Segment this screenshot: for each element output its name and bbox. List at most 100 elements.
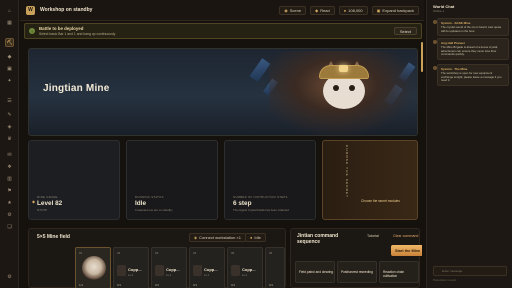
mine-tile[interactable]: 01 1/1 [75,247,111,288]
ore-icon [231,265,240,276]
step-label: Postharvest reseeding [341,270,373,274]
tile-number: 01 [79,251,83,255]
tile-count: 1/1 [79,283,84,287]
read-button[interactable]: ◆ Read [310,5,335,15]
chat-input[interactable]: Enter message [433,266,507,276]
idle-badge: ● Idle [245,233,266,242]
ore-icon [155,265,164,276]
flag-icon[interactable]: ⚑ [5,186,14,195]
left-icon-rail: ⌂ ▦ ⛏ ◆ ▣ ✦ ☰ ✎ ◈ ♛ ✉ ❖ ▥ ⚑ ★ ⚙ ❏ ⚙ [0,0,19,288]
alert-icon: ! [29,28,35,34]
card-value: 6 step [233,200,252,207]
connect-label: Connect workstation ×1 [199,235,241,240]
tile-level: Lv.1 [242,273,248,277]
card-sub: It selected one are on standby [135,208,173,212]
home-icon[interactable]: ⌂ [5,6,14,15]
message-body: The Mine Brigade is ahead of a dense cry… [441,45,498,57]
start-mine-button[interactable]: Start the Mine [391,245,422,256]
mine-tile[interactable]: 03 Copp... Lv.1 0/1 [151,247,187,288]
chat-message: System · The Mine The workshop is open f… [433,64,509,86]
tile-name: Copp... [242,267,256,272]
secret-modules-card[interactable]: CHOOSE THE SECRET MODULES Choose the sec… [322,140,418,220]
tile-count: 0/1 [155,283,160,287]
stats-cards: ◆ MINE GRADE Level 82 5/70 XP RUNNING ST… [28,140,418,220]
gift-icon[interactable]: ❖ [5,162,14,171]
connect-workstation-button[interactable]: ◈ Connect workstation ×1 [189,233,246,242]
miner-cat-avatar [82,256,106,280]
card-value: Idle [135,200,147,207]
choose-secret-modules-link[interactable]: Choose the secret modules [361,199,400,203]
avatar [433,66,437,70]
clear-command-button[interactable]: Clear command [393,234,418,238]
top-bar: W Workshop on standby ◉ Scene ◆ Read ● 108,… [20,0,424,21]
scene-button[interactable]: ◉ Scene [279,5,307,15]
tile-count: 0/1 [117,283,122,287]
banner-select-button[interactable]: Select [393,27,417,35]
mine-tile[interactable]: 05 Copp... Lv.1 0/1 [227,247,263,288]
bag-icon[interactable]: ▣ [5,64,14,73]
backpack-label: Expand backpack [382,7,414,13]
step-label: Reaction chain cultivation [383,270,405,278]
command-step[interactable]: Postharvest reseeding [337,261,377,283]
mine-tile[interactable]: 02 Copp... Lv.1 0/1 [113,247,149,288]
main-panel: Jingtian Mine ◆ MINE GRADE Level 82 5/70… [24,42,422,288]
mine-tile[interactable]: 04 Copp... Lv.1 0/1 [189,247,225,288]
page-title: Workshop on standby [40,7,93,13]
mine-tile[interactable]: 06 0/1 [265,247,285,288]
banner-title: Battle to be deployed [39,26,84,31]
miner-cat-illustration [269,51,417,135]
tile-level: Lv.1 [128,273,134,277]
card-label: NUMBER OF INSTRUCTION STEPS [233,195,288,199]
mail-icon[interactable]: ✉ [5,150,14,159]
mine-title: Jingtian Mine [43,83,110,94]
idle-label: Idle [254,235,261,240]
map-icon[interactable]: ▦ [5,18,14,27]
ore-icon [193,265,202,276]
tile-count: 0/1 [269,283,274,287]
tile-number: 05 [231,251,235,255]
forge-icon[interactable]: ✦ [5,76,14,85]
card-sub: 5/70 XP [37,208,47,212]
tutorial-button[interactable]: Tutorial [367,234,379,238]
secret-modules-vertical-text: CHOOSE THE SECRET MODULES [345,145,349,199]
world-chat-panel: World Chat Online 1 System · AGSE Mine T… [426,0,512,288]
guild-icon[interactable]: ⚙ [5,210,14,219]
backpack-icon: ▣ [376,7,381,13]
avatar [433,40,437,44]
command-step[interactable]: Field patrol and clearing [295,261,335,283]
message-body: The workshop is open for new equipment e… [441,71,502,83]
card-label: RUNNING STATUS [135,195,164,199]
quest-icon[interactable]: ✎ [5,110,14,119]
trophy-icon[interactable]: ♛ [5,134,14,143]
mine-grade-card: ◆ MINE GRADE Level 82 5/70 XP [28,140,120,220]
crystal-icon[interactable]: ◆ [5,52,14,61]
tile-number: 02 [117,251,121,255]
tile-count: 0/1 [231,283,236,287]
coin-value: 108,000 [348,7,363,13]
command-sequence-title: Jintian command sequence [297,233,339,245]
workshop-logo-icon: W [26,5,35,15]
command-step[interactable]: Reaction chain cultivation [379,261,419,283]
tile-level: Lv.1 [166,273,172,277]
star-icon[interactable]: ★ [5,198,14,207]
expand-backpack-button[interactable]: ▣ Expand backpack [371,5,419,15]
deploy-banner: ! Battle to be deployed Select basic Bar… [24,23,422,39]
crystal-decoration [249,58,271,82]
avatar [433,20,437,24]
tile-name: Copp... [204,267,218,272]
chart-icon[interactable]: ▥ [5,174,14,183]
mine-field-title: 5×5 Mine field [37,234,70,240]
mine-icon[interactable]: ⛏ [5,38,14,47]
tile-count: 0/1 [193,283,198,287]
team-icon[interactable]: ☰ [5,96,14,105]
step-label: Field patrol and clearing [299,270,334,274]
shop-icon[interactable]: ◈ [5,122,14,131]
running-status-card: RUNNING STATUS Idle It selected one are … [126,140,218,220]
book-icon[interactable]: ❏ [5,222,14,231]
chat-message: System · AGSE Mine The crystal sound of … [433,18,509,37]
tile-number: 03 [155,251,159,255]
tile-number: 06 [269,251,273,255]
settings-icon[interactable]: ⚙ [5,272,14,281]
grade-icon: ◆ [32,199,36,204]
coin-counter: ● 108,000 [338,5,368,15]
